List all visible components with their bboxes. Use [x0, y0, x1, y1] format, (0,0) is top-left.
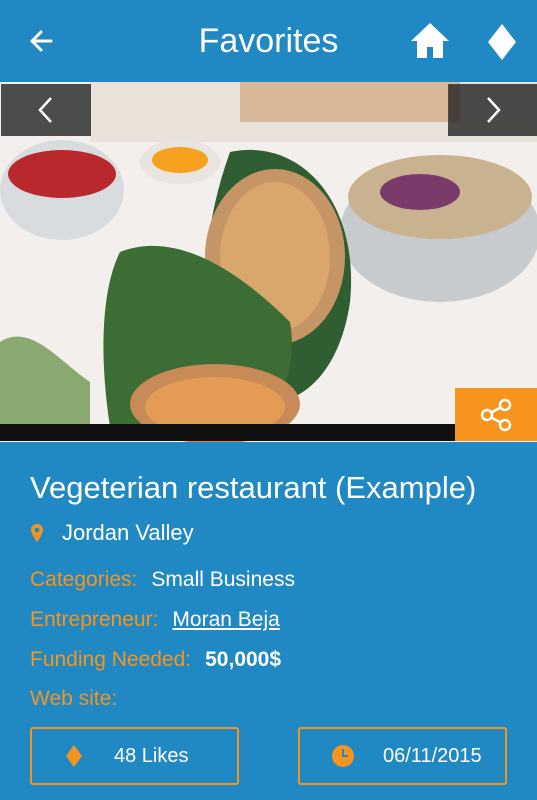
website-label: Web site:: [30, 687, 118, 710]
funding-label: Funding Needed:: [30, 648, 192, 671]
funding-value: 50,000$: [205, 648, 282, 671]
diamond-icon: [488, 24, 516, 60]
likes-button[interactable]: 48 Likes: [30, 727, 239, 785]
categories-row: Categories: Small Business: [30, 566, 295, 594]
likes-count: 48 Likes: [114, 744, 189, 767]
home-button[interactable]: [408, 20, 452, 62]
listing-title: Vegeterian restaurant (Example): [30, 470, 477, 505]
previous-image-button[interactable]: [1, 84, 91, 136]
next-image-button[interactable]: [448, 84, 537, 136]
entrepreneur-link[interactable]: Moran Beja: [172, 608, 279, 631]
categories-value: Small Business: [151, 568, 295, 591]
top-app-bar: Favorites: [0, 0, 537, 82]
share-icon: [480, 398, 512, 431]
entrepreneur-label: Entrepreneur:: [30, 608, 159, 631]
favorites-button[interactable]: [484, 22, 520, 62]
diamond-icon: [66, 745, 82, 767]
website-row: Web site:: [30, 685, 117, 713]
clock-icon: [332, 745, 354, 767]
date-text: 06/11/2015: [383, 744, 482, 767]
chevron-left-icon: [38, 97, 52, 123]
entrepreneur-row: Entrepreneur: Moran Beja: [30, 606, 280, 634]
page-title: Favorites: [198, 22, 339, 60]
funding-row: Funding Needed: 50,000$: [30, 646, 281, 674]
location: Jordan Valley: [30, 518, 194, 548]
home-icon: [411, 23, 449, 58]
location-pin-icon: [31, 524, 43, 542]
share-button[interactable]: [455, 388, 537, 441]
categories-label: Categories:: [30, 568, 138, 591]
date-box: 06/11/2015: [298, 727, 507, 785]
chevron-right-icon: [487, 97, 501, 123]
location-text: Jordan Valley: [62, 520, 194, 545]
